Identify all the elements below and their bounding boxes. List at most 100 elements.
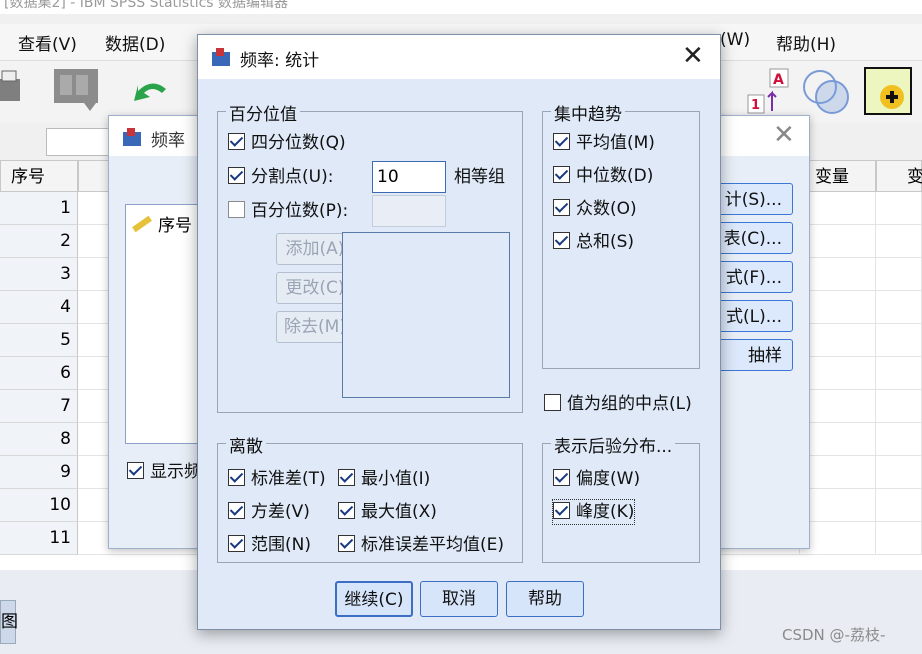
mode-checkbox[interactable]: 众数(O) bbox=[553, 197, 637, 221]
row-number[interactable]: 7 bbox=[0, 390, 78, 423]
group-legend: 表示后验分布... bbox=[551, 432, 676, 457]
menu-help[interactable]: 帮助(H) bbox=[776, 30, 836, 55]
checkbox-box bbox=[338, 502, 355, 519]
dispersion-group: 离散 标准差(T) 最小值(I) 方差(V) 最大值(X) 范围(N) 标准误差… bbox=[217, 432, 523, 563]
grid-cell[interactable] bbox=[800, 423, 876, 456]
cancel-button[interactable]: 取消 bbox=[420, 581, 498, 617]
minimum-checkbox[interactable]: 最小值(I) bbox=[338, 467, 430, 491]
row-number[interactable]: 2 bbox=[0, 225, 78, 258]
grid-cell[interactable] bbox=[800, 489, 876, 522]
grid-cell[interactable] bbox=[800, 522, 876, 555]
grid-cell[interactable] bbox=[876, 225, 922, 258]
format-button[interactable]: 式(F)... bbox=[713, 261, 793, 293]
column-header-var-2[interactable]: 变 bbox=[876, 160, 922, 192]
menu-view[interactable]: 查看(V) bbox=[18, 30, 77, 55]
grid-cell[interactable] bbox=[800, 357, 876, 390]
checkbox-box bbox=[228, 469, 245, 486]
help-button[interactable]: 帮助 bbox=[506, 581, 584, 617]
statistics-button[interactable]: 计(S)... bbox=[713, 183, 793, 215]
row-number[interactable]: 3 bbox=[0, 258, 78, 291]
variance-checkbox[interactable]: 方差(V) bbox=[228, 500, 310, 524]
checkbox-label: 标准误差平均值(E) bbox=[361, 535, 505, 555]
column-header-var[interactable]: 变量 bbox=[800, 160, 876, 192]
window-title: [数据集2] - IBM SPSS Statistics 数据编辑器 bbox=[0, 0, 922, 14]
grid-cell[interactable] bbox=[876, 291, 922, 324]
mean-checkbox[interactable]: 平均值(M) bbox=[553, 131, 655, 155]
checkbox-box bbox=[544, 394, 561, 411]
grid-cell[interactable] bbox=[876, 522, 922, 555]
sum-checkbox[interactable]: 总和(S) bbox=[553, 230, 634, 254]
grid-cell[interactable] bbox=[800, 192, 876, 225]
checkbox-label: 范围(N) bbox=[251, 535, 311, 555]
grid-cell[interactable] bbox=[876, 258, 922, 291]
statistics-close-button[interactable]: ✕ bbox=[682, 41, 704, 71]
grid-cell[interactable] bbox=[876, 324, 922, 357]
grid-cell[interactable] bbox=[800, 324, 876, 357]
checkbox-label: 最小值(I) bbox=[361, 469, 431, 489]
display-frequency-tables-checkbox[interactable]: 显示频 bbox=[127, 460, 201, 484]
grid-cell[interactable] bbox=[800, 291, 876, 324]
bootstrap-button[interactable]: 抽样(B)... bbox=[713, 339, 793, 371]
add-icon[interactable] bbox=[864, 67, 914, 117]
print-icon[interactable] bbox=[0, 69, 24, 113]
quartiles-checkbox[interactable]: 四分位数(Q) bbox=[228, 131, 346, 155]
menu-window[interactable]: (W) bbox=[720, 30, 750, 50]
grid-cell[interactable] bbox=[800, 225, 876, 258]
percentiles-input[interactable] bbox=[372, 195, 446, 227]
scale-ruler-icon bbox=[132, 215, 152, 233]
checkbox-label: 显示频 bbox=[150, 462, 201, 482]
undo-icon[interactable] bbox=[132, 75, 172, 107]
grid-cell[interactable] bbox=[800, 390, 876, 423]
checkbox-box bbox=[228, 502, 245, 519]
grid-cell[interactable] bbox=[800, 258, 876, 291]
group-legend: 离散 bbox=[226, 432, 266, 457]
row-number[interactable]: 1 bbox=[0, 192, 78, 225]
checkbox-label: 最大值(X) bbox=[361, 502, 437, 522]
row-number[interactable]: 4 bbox=[0, 291, 78, 324]
row-number[interactable]: 11 bbox=[0, 522, 78, 555]
charts-button[interactable]: 表(C)... bbox=[713, 222, 793, 254]
grid-cell[interactable] bbox=[876, 456, 922, 489]
dialog-recall-icon[interactable] bbox=[52, 67, 102, 115]
values-are-group-midpoints-checkbox[interactable]: 值为组的中点(L) bbox=[544, 392, 692, 416]
skewness-checkbox[interactable]: 偏度(W) bbox=[553, 467, 640, 491]
percentiles-checkbox[interactable]: 百分位数(P): bbox=[228, 199, 348, 223]
median-checkbox[interactable]: 中位数(D) bbox=[553, 164, 653, 188]
value-labels-icon[interactable]: A 1 bbox=[742, 67, 792, 117]
grid-cell[interactable] bbox=[876, 192, 922, 225]
cut-points-input[interactable] bbox=[372, 161, 446, 193]
row-number[interactable]: 6 bbox=[0, 357, 78, 390]
checkbox-label: 平均值(M) bbox=[576, 133, 655, 153]
equal-groups-label: 相等组 bbox=[454, 167, 505, 187]
grid-cell[interactable] bbox=[876, 390, 922, 423]
style-button[interactable]: 式(L)... bbox=[713, 300, 793, 332]
row-number[interactable]: 9 bbox=[0, 456, 78, 489]
kurtosis-checkbox[interactable]: 峰度(K) bbox=[551, 499, 636, 525]
maximum-checkbox[interactable]: 最大值(X) bbox=[338, 500, 437, 524]
row-number[interactable]: 8 bbox=[0, 423, 78, 456]
percentiles-list[interactable] bbox=[342, 232, 510, 398]
row-number[interactable]: 5 bbox=[0, 324, 78, 357]
range-checkbox[interactable]: 范围(N) bbox=[228, 533, 311, 557]
variable-item[interactable]: 序号 bbox=[132, 211, 192, 236]
std-deviation-checkbox[interactable]: 标准差(T) bbox=[228, 467, 326, 491]
group-legend: 百分位值 bbox=[226, 100, 300, 125]
use-sets-icon[interactable] bbox=[800, 67, 852, 117]
row-number[interactable]: 10 bbox=[0, 489, 78, 522]
frequencies-close-button[interactable]: ✕ bbox=[773, 120, 795, 150]
checkbox-box bbox=[553, 502, 570, 519]
checkbox-label: 百分位数(P): bbox=[251, 201, 349, 221]
grid-cell[interactable] bbox=[876, 423, 922, 456]
checkbox-box bbox=[228, 133, 245, 150]
grid-cell[interactable] bbox=[876, 489, 922, 522]
grid-cell[interactable] bbox=[876, 357, 922, 390]
grid-cell[interactable] bbox=[800, 456, 876, 489]
se-mean-checkbox[interactable]: 标准误差平均值(E) bbox=[338, 533, 504, 557]
cut-points-checkbox[interactable]: 分割点(U): bbox=[228, 165, 333, 189]
continue-button[interactable]: 继续(C) bbox=[335, 581, 413, 617]
data-view-tab[interactable]: 图 bbox=[0, 600, 18, 644]
checkbox-box bbox=[553, 232, 570, 249]
column-header-index[interactable]: 序号 bbox=[0, 160, 78, 192]
variable-list[interactable]: 序号 bbox=[125, 204, 207, 444]
menu-data[interactable]: 数据(D) bbox=[105, 30, 165, 55]
